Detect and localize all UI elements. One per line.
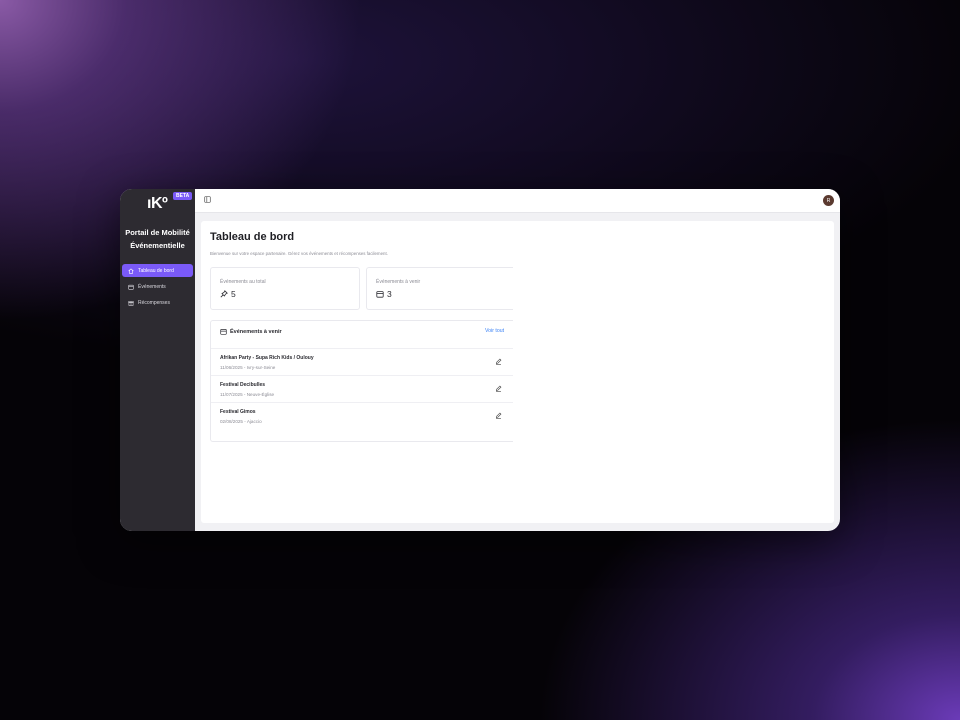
user-avatar[interactable]: R [823, 195, 834, 206]
home-icon [128, 268, 134, 274]
beta-badge: BETA [173, 192, 193, 200]
edit-icon[interactable] [495, 358, 502, 365]
stat-value-row: 5 [220, 289, 236, 299]
sidebar-item-rewards[interactable]: Récompenses [122, 296, 193, 309]
stat-label: Événements au total [220, 279, 266, 285]
upcoming-events-card: Événements à venir Voir tout Afrikan Par… [210, 320, 513, 442]
app-window: ıKº BETA Portail de Mobilité Événementie… [120, 189, 840, 531]
stat-value-row: 3 [376, 289, 392, 299]
event-row[interactable]: Festival Gimos 02/08/2025 - Ajaccio [211, 402, 513, 430]
sidebar-nav: Tableau de bord Événements Récompenses [122, 264, 193, 312]
gift-icon [128, 300, 134, 306]
stat-label: Événements à venir [376, 279, 421, 285]
sidebar-item-label: Récompenses [138, 299, 170, 306]
calendar-icon [128, 284, 134, 290]
top-bar: R [195, 189, 840, 213]
page-subtitle: Bienvenue sur votre espace partenaire. G… [210, 251, 388, 256]
edit-icon[interactable] [495, 385, 502, 392]
event-meta: 02/08/2025 - Ajaccio [220, 419, 262, 424]
see-all-link[interactable]: Voir tout [485, 328, 504, 334]
sidebar-item-label: Tableau de bord [138, 267, 174, 274]
event-meta: 11/06/2025 - Ivry-sur-Seine [220, 365, 276, 370]
sidebar-item-label: Événements [138, 283, 166, 290]
event-meta: 11/07/2025 - Neuve-Église [220, 392, 275, 397]
dashboard-panel: Tableau de bord Bienvenue sur votre espa… [201, 221, 834, 523]
stat-card-total-events: Événements au total 5 [210, 267, 360, 310]
sidebar-item-dashboard[interactable]: Tableau de bord [122, 264, 193, 277]
pin-icon [220, 290, 228, 298]
app-logo[interactable]: ıKº [147, 195, 168, 213]
upcoming-events-title: Événements à venir [230, 328, 282, 335]
stat-value: 3 [387, 289, 392, 299]
event-name: Festival Decibulles [220, 382, 266, 388]
portal-title-line2: Événementielle [130, 241, 185, 250]
upcoming-events-header: Événements à venir [220, 328, 282, 335]
stat-value: 5 [231, 289, 236, 299]
panel-toggle-icon[interactable] [204, 196, 211, 203]
event-name: Festival Gimos [220, 409, 256, 415]
portal-title-line1: Portail de Mobilité [125, 228, 190, 237]
event-row[interactable]: Festival Decibulles 11/07/2025 - Neuve-É… [211, 375, 513, 403]
page-title: Tableau de bord [210, 231, 295, 243]
stat-card-upcoming-events: Événements à venir 3 [366, 267, 513, 310]
edit-icon[interactable] [495, 412, 502, 419]
calendar-icon [220, 329, 227, 335]
portal-title: Portail de Mobilité Événementielle [120, 226, 195, 252]
calendar-icon [376, 291, 384, 298]
sidebar: ıKº BETA Portail de Mobilité Événementie… [120, 189, 195, 531]
event-name: Afrikan Party - Supa Rich Kids / Oulouy [220, 355, 314, 361]
event-row[interactable]: Afrikan Party - Supa Rich Kids / Oulouy … [211, 348, 513, 376]
sidebar-item-events[interactable]: Événements [122, 280, 193, 293]
